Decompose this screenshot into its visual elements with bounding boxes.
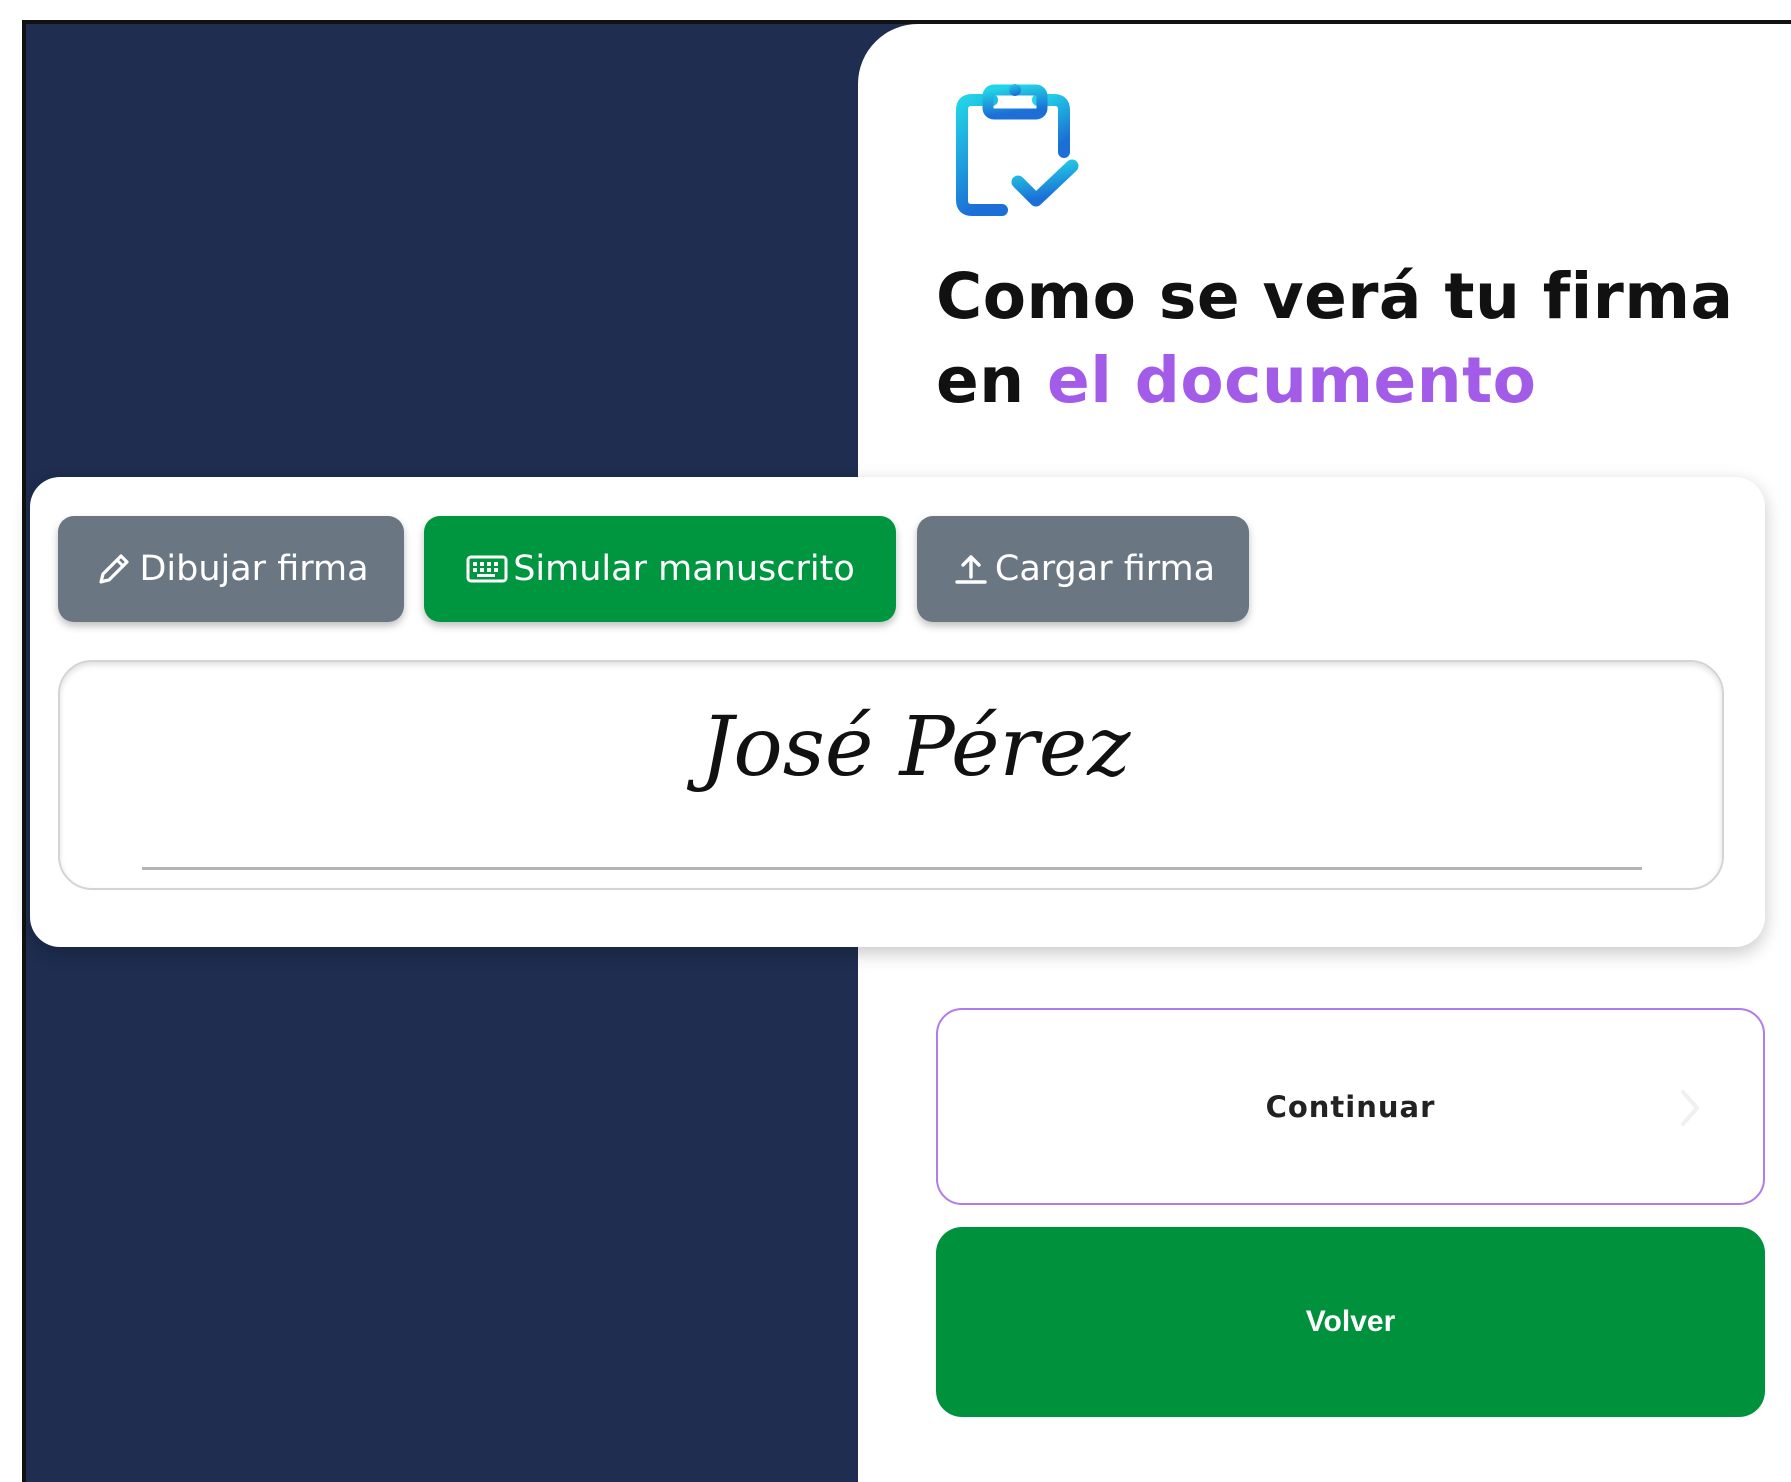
- keyboard-icon: [466, 555, 508, 583]
- tab-upload-signature[interactable]: Cargar firma: [917, 516, 1249, 622]
- title-line-1: Como se verá tu firma: [936, 260, 1734, 333]
- tab-upload-label: Cargar firma: [994, 549, 1216, 589]
- pencil-icon: [99, 554, 130, 584]
- title-line-2: en el documento: [936, 339, 1766, 423]
- continue-button[interactable]: Continuar: [936, 1008, 1765, 1205]
- continue-label: Continuar: [1265, 1089, 1436, 1124]
- upload-icon: [955, 555, 987, 584]
- title-prefix: en: [936, 344, 1048, 417]
- signature-text: José Pérez: [700, 700, 1131, 795]
- tab-draw-signature[interactable]: Dibujar firma: [58, 516, 404, 622]
- tab-simulate-handwriting[interactable]: Simular manuscrito: [424, 516, 896, 622]
- clipboard-check-icon: [956, 84, 1079, 216]
- back-button[interactable]: Volver: [936, 1227, 1765, 1417]
- back-label: Volver: [1305, 1305, 1396, 1338]
- tab-draw-label: Dibujar firma: [139, 549, 369, 589]
- frame-border-top: [22, 20, 1791, 24]
- signature-baseline: [142, 867, 1642, 870]
- signature-preview-screen: Como se verá tu firma en el documento Di…: [0, 0, 1791, 1482]
- chevron-right-icon: [1681, 1090, 1699, 1126]
- tab-simulate-label: Simular manuscrito: [513, 549, 855, 589]
- page-title: Como se verá tu firma en el documento: [936, 255, 1766, 423]
- title-accent: el documento: [1047, 344, 1537, 417]
